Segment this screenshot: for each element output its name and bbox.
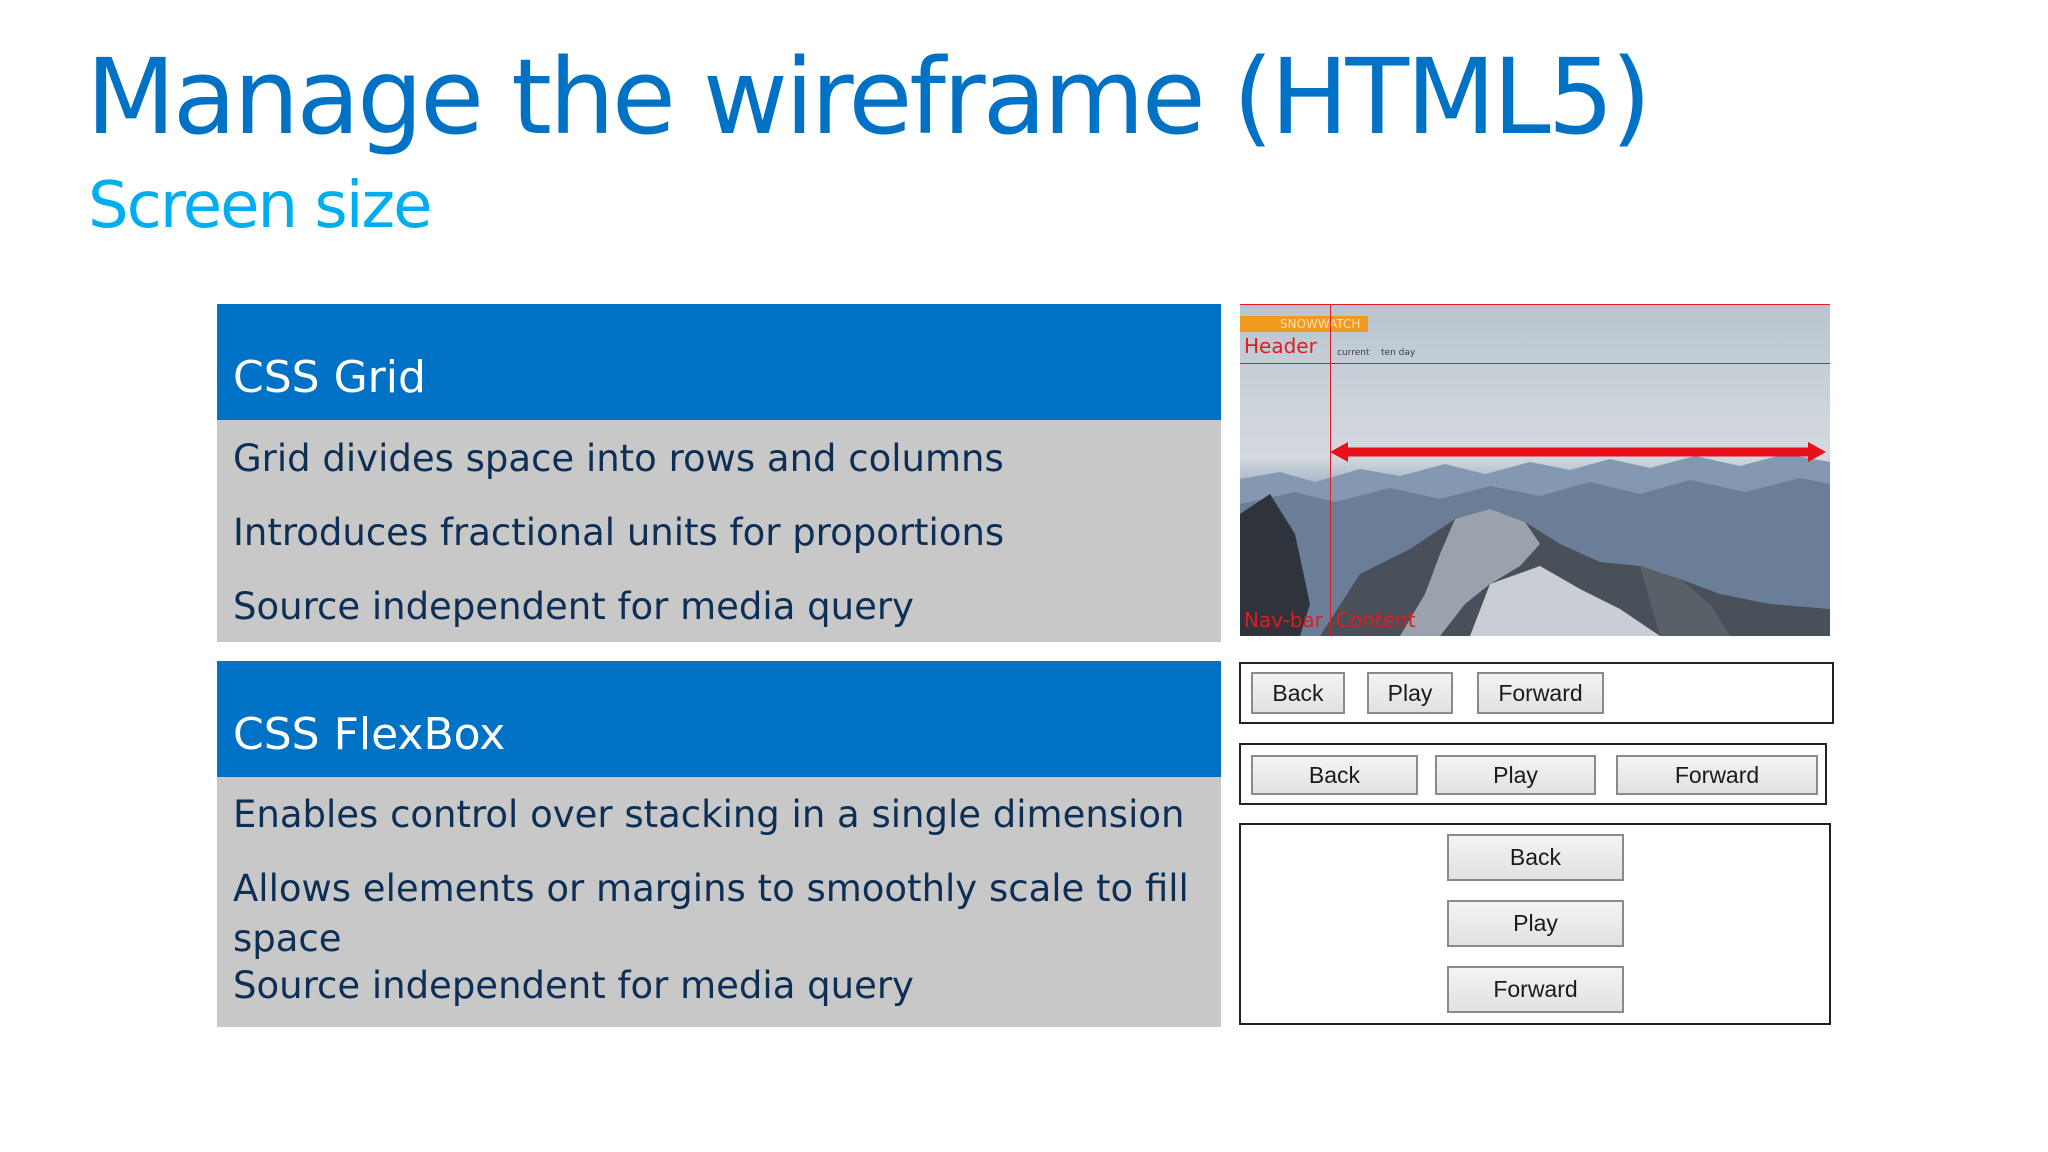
css-flexbox-bullet: Enables control over stacking in a singl…: [233, 793, 1185, 836]
double-arrow-icon: [1330, 442, 1826, 462]
forward-button[interactable]: Forward: [1477, 672, 1604, 714]
forward-button[interactable]: Forward: [1447, 966, 1624, 1013]
css-grid-panel-header: CSS Grid: [217, 304, 1221, 420]
css-grid-heading: CSS Grid: [233, 352, 426, 403]
forward-button[interactable]: Forward: [1616, 755, 1818, 795]
play-button[interactable]: Play: [1367, 672, 1453, 714]
grid-layout-illustration: SNOWWATCH Header current ten day Nav-bar…: [1240, 304, 1830, 636]
slide-title: Manage the wireframe (HTML5): [86, 36, 1651, 158]
css-grid-bullet: Introduces fractional units for proporti…: [233, 511, 1005, 554]
flexbox-demo-row-stretched: Back Play Forward: [1239, 743, 1827, 805]
css-flexbox-bullet: Allows elements or margins to smoothly s…: [233, 867, 1189, 960]
back-button[interactable]: Back: [1251, 672, 1345, 714]
tab-ten-day: ten day: [1381, 348, 1416, 358]
css-grid-bullet: Grid divides space into rows and columns: [233, 437, 1004, 480]
play-button[interactable]: Play: [1435, 755, 1596, 795]
back-button[interactable]: Back: [1251, 755, 1418, 795]
back-button[interactable]: Back: [1447, 834, 1624, 881]
snowwatch-logo: SNOWWATCH: [1240, 316, 1368, 332]
play-button[interactable]: Play: [1447, 900, 1624, 947]
flexbox-demo-column: Back Play Forward: [1239, 823, 1831, 1025]
flexbox-demo-row-compact: Back Play Forward: [1239, 662, 1834, 724]
grid-line-header: [1240, 363, 1830, 364]
grid-header-label: Header: [1244, 334, 1317, 358]
css-flexbox-bullet: Source independent for media query: [233, 964, 914, 1007]
grid-navbar-label: Nav-bar: [1244, 608, 1323, 632]
tab-current: current: [1337, 348, 1370, 358]
css-grid-bullet: Source independent for media query: [233, 585, 914, 628]
css-flexbox-panel-header: CSS FlexBox: [217, 661, 1221, 777]
grid-line-top: [1240, 304, 1830, 305]
mountain-photo: [1240, 454, 1830, 636]
css-grid-panel-body: Grid divides space into rows and columns…: [217, 420, 1221, 642]
slide-subtitle: Screen size: [88, 169, 432, 243]
css-flexbox-heading: CSS FlexBox: [233, 709, 506, 760]
css-flexbox-panel-body: Enables control over stacking in a singl…: [217, 777, 1221, 1027]
grid-content-label: Content: [1336, 608, 1416, 632]
snowwatch-logo-text: SNOWWATCH: [1280, 317, 1361, 331]
grid-line-navbar: [1330, 304, 1331, 636]
